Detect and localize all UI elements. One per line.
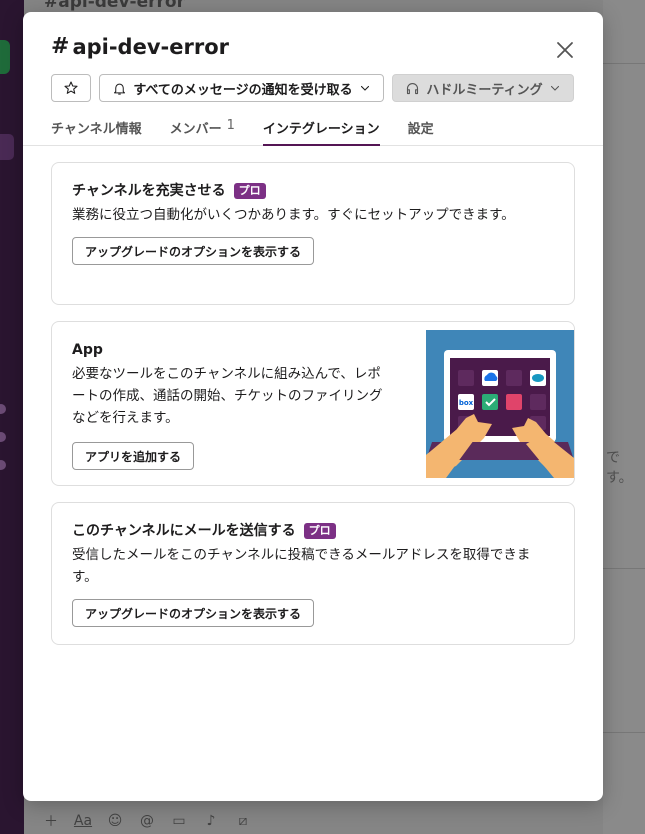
tab-label: チャンネル情報 [51,122,142,137]
add-app-button[interactable]: アプリを追加する [72,442,195,470]
card-title-text: このチャンネルにメールを送信する [72,523,296,539]
tab-members[interactable]: メンバー 1 [170,118,235,146]
tab-label: インテグレーション [262,122,380,137]
composer-toolbar: ＋ Aa ☺ @ ▭ ♪ ⧄ [40,808,254,834]
app-card: App 必要なツールをこのチャンネルに組み込んで、レポートの作成、通話の開始、チ… [51,321,575,486]
tab-settings[interactable]: 設定 [408,118,434,146]
laptop-illustration: box [426,330,574,478]
star-button[interactable] [51,74,91,102]
divider [603,732,645,733]
slash-icon: ⧄ [238,813,248,829]
close-icon [557,42,573,58]
unread-dot [0,404,6,414]
tab-label: 設定 [407,122,434,137]
plus-icon: ＋ [44,814,58,830]
chevron-down-icon [360,85,369,91]
card-title: App [72,340,384,360]
hash-icon: # [51,34,70,59]
tab-integrations[interactable]: インテグレーション [262,118,380,146]
card-description: 必要なツールをこのチャンネルに組み込んで、レポートの作成、通話の開始、チケットの… [72,366,383,426]
notification-settings-button[interactable]: すべてのメッセージの通知を受け取る [99,74,384,102]
channel-name: api-dev-error [72,34,229,59]
huddle-label: ハドルミーティング [426,82,543,98]
chevron-down-icon [550,85,559,91]
card-title-text: チャンネルを充実させる [72,183,226,199]
divider [603,63,645,64]
modal-tabs: チャンネル情報 メンバー 1 インテグレーション 設定 [51,118,434,146]
pro-badge: プロ [233,183,266,199]
modal-title: # api-dev-error [51,34,229,59]
card-title-text: App [72,342,103,358]
header-actions: すべてのメッセージの通知を受け取る ハドルミーティング [51,74,574,102]
integrations-panel: チャンネルを充実させる プロ 業務に役立つ自動化がいくつかあります。すぐにセット… [51,162,575,661]
tab-label: メンバー [169,122,222,137]
unread-dot [0,432,6,442]
card-description: 受信したメールをこのチャンネルに投稿できるメールアドレスを取得できます。 [72,547,531,585]
unread-dot [0,460,6,470]
background-message-text: です。 [606,450,633,486]
headphones-icon [407,82,419,94]
emoji-icon: ☺ [107,813,123,829]
star-icon [64,81,78,94]
format-icon: Aa [73,813,93,829]
salesforce-icon [532,374,544,382]
notification-settings-label: すべてのメッセージの通知を受け取る [133,82,353,98]
workspace-indicator [0,40,10,74]
bell-icon [114,83,126,95]
card-title: チャンネルを充実させる プロ [72,181,554,201]
upgrade-options-button[interactable]: アップグレードのオプションを表示する [72,237,315,265]
enrich-channel-card: チャンネルを充実させる プロ 業務に役立つ自動化がいくつかあります。すぐにセット… [51,162,575,305]
mic-icon: ♪ [206,813,216,829]
box-icon: box [459,399,474,407]
pro-badge: プロ [303,523,336,539]
modal-header: # api-dev-error すべてのメッセージの通知を受け取る ハドルミーテ… [23,12,603,146]
card-title: このチャンネルにメールを送信する プロ [72,521,554,541]
channel-indicator [0,134,14,160]
email-to-channel-card: このチャンネルにメールを送信する プロ 受信したメールをこのチャンネルに投稿でき… [51,502,575,645]
mention-icon: @ [140,813,154,829]
workspace-sidebar [0,0,24,834]
video-icon: ▭ [172,813,186,829]
huddle-button[interactable]: ハドルミーティング [392,74,574,102]
close-button[interactable] [553,38,577,62]
upgrade-options-button[interactable]: アップグレードのオプションを表示する [72,599,315,627]
background-right-edge [603,0,645,834]
divider [603,568,645,569]
member-count: 1 [226,118,235,133]
background-channel-title: #api-dev-error [44,0,185,12]
card-description: 業務に役立つ自動化がいくつかあります。すぐにセットアップできます。 [72,207,515,223]
channel-details-modal: # api-dev-error すべてのメッセージの通知を受け取る ハドルミーテ… [23,12,603,801]
tab-about[interactable]: チャンネル情報 [51,118,142,146]
